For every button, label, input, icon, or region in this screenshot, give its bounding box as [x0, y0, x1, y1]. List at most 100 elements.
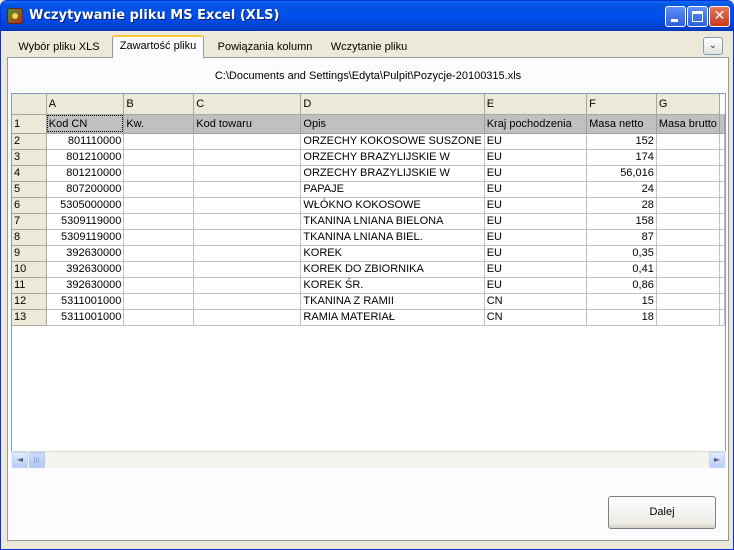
table-cell[interactable] [123, 277, 195, 294]
table-cell[interactable]: ORZECHY BRAZYLIJSKIE W [300, 165, 485, 182]
table-cell[interactable]: 807200000 [46, 181, 125, 198]
table-cell[interactable] [719, 133, 725, 150]
table-cell[interactable]: EU [484, 181, 588, 198]
scroll-right-icon[interactable]: ► [709, 452, 725, 468]
table-cell[interactable] [719, 229, 725, 246]
table-cell[interactable]: 0,41 [586, 261, 657, 278]
table-cell[interactable]: 174 [586, 149, 657, 166]
tab-select-file[interactable]: Wybór pliku XLS [9, 37, 109, 57]
table-cell[interactable]: 152 [586, 133, 657, 150]
table-cell[interactable]: Masa netto [586, 114, 657, 134]
table-cell[interactable]: 392630000 [46, 277, 125, 294]
table-cell[interactable]: EU [484, 261, 588, 278]
row-header[interactable]: 7 [12, 213, 47, 230]
table-cell[interactable] [123, 197, 195, 214]
table-cell[interactable]: 801110000 [46, 133, 125, 150]
scrollbar-thumb[interactable] [29, 452, 45, 468]
table-cell[interactable]: 24 [586, 181, 657, 198]
table-cell[interactable]: EU [484, 149, 588, 166]
table-cell[interactable]: Kod CN [46, 114, 125, 134]
table-cell[interactable]: 5305000000 [46, 197, 125, 214]
table-cell[interactable] [719, 261, 725, 278]
table-cell[interactable]: 5309119000 [46, 213, 125, 230]
table-cell[interactable] [719, 213, 725, 230]
table-cell[interactable] [719, 197, 725, 214]
row-header[interactable]: 6 [12, 197, 47, 214]
table-cell[interactable] [719, 181, 725, 198]
table-cell[interactable] [719, 165, 725, 182]
table-cell[interactable] [656, 181, 721, 198]
table-cell[interactable] [123, 293, 195, 310]
table-cell[interactable]: TKANINA Z RAMII [300, 293, 485, 310]
row-header[interactable]: 8 [12, 229, 47, 246]
collapse-icon[interactable]: ⌄ [703, 37, 723, 55]
tab-file-contents[interactable]: Zawartość pliku [112, 35, 204, 58]
table-cell[interactable] [656, 277, 721, 294]
table-cell[interactable]: Kw. [123, 114, 195, 134]
table-cell[interactable] [123, 213, 195, 230]
table-cell[interactable] [193, 261, 302, 278]
table-cell[interactable]: 5311001000 [46, 293, 125, 310]
table-cell[interactable] [193, 245, 302, 262]
row-header[interactable]: 1 [12, 114, 47, 134]
table-cell[interactable] [193, 293, 302, 310]
table-cell[interactable]: 15 [586, 293, 657, 310]
table-cell[interactable] [123, 181, 195, 198]
table-cell[interactable]: PAPAJE [300, 181, 485, 198]
table-cell[interactable] [123, 261, 195, 278]
horizontal-scrollbar[interactable]: ◄ ► [11, 451, 726, 468]
row-header[interactable]: 5 [12, 181, 47, 198]
table-cell[interactable] [656, 165, 721, 182]
table-cell[interactable]: Opis [300, 114, 485, 134]
table-cell[interactable] [193, 229, 302, 246]
table-cell[interactable] [193, 149, 302, 166]
table-cell[interactable]: EU [484, 165, 588, 182]
table-cell[interactable]: ORZECHY KOKOSOWE SUSZONE [300, 133, 485, 150]
table-cell[interactable]: 392630000 [46, 261, 125, 278]
column-header[interactable]: A [46, 94, 125, 115]
table-cell[interactable]: 28 [586, 197, 657, 214]
close-button[interactable]: ✕ [709, 6, 730, 27]
table-cell[interactable]: 5311001000 [46, 309, 125, 326]
table-cell[interactable]: RAMIA MATERIAŁ [300, 309, 485, 326]
table-cell[interactable] [719, 293, 725, 310]
row-header[interactable]: 11 [12, 277, 47, 294]
table-cell[interactable] [656, 229, 721, 246]
table-cell[interactable]: CN [484, 309, 588, 326]
column-header[interactable]: B [123, 94, 195, 115]
table-cell[interactable] [193, 277, 302, 294]
next-button[interactable]: Dalej [608, 496, 716, 529]
spreadsheet-grid[interactable]: A B C D E F G 1 Kod CN Kw. Kod towaru Opis Kr… [11, 93, 726, 467]
column-header[interactable]: D [300, 94, 485, 115]
table-cell[interactable]: Kraj pochodzenia [484, 114, 588, 134]
table-cell[interactable]: KOREK [300, 245, 485, 262]
table-cell[interactable]: 5309119000 [46, 229, 125, 246]
table-cell[interactable]: KOREK ŚR. [300, 277, 485, 294]
row-header[interactable]: 9 [12, 245, 47, 262]
table-cell[interactable]: EU [484, 213, 588, 230]
row-header[interactable]: 13 [12, 309, 47, 326]
table-cell[interactable] [193, 197, 302, 214]
table-cell[interactable]: 0,86 [586, 277, 657, 294]
table-cell[interactable] [656, 197, 721, 214]
table-cell[interactable] [123, 133, 195, 150]
table-cell[interactable]: ORZECHY BRAZYLIJSKIE W [300, 149, 485, 166]
table-cell[interactable]: EU [484, 229, 588, 246]
table-cell[interactable] [123, 245, 195, 262]
table-cell[interactable] [193, 309, 302, 326]
table-cell[interactable] [719, 245, 725, 262]
tab-load-file[interactable]: Wczytanie pliku [323, 37, 415, 57]
table-cell[interactable] [123, 229, 195, 246]
table-cell[interactable] [123, 165, 195, 182]
column-header[interactable]: F [586, 94, 657, 115]
table-cell[interactable]: Kod towaru [193, 114, 302, 134]
table-cell[interactable]: EU [484, 245, 588, 262]
table-cell[interactable] [656, 309, 721, 326]
table-cell[interactable] [719, 277, 725, 294]
table-cell[interactable] [193, 165, 302, 182]
table-cell[interactable]: CN [484, 293, 588, 310]
table-cell[interactable]: 18 [586, 309, 657, 326]
table-cell[interactable] [193, 213, 302, 230]
table-cell[interactable]: 87 [586, 229, 657, 246]
table-cell[interactable]: 0,35 [586, 245, 657, 262]
